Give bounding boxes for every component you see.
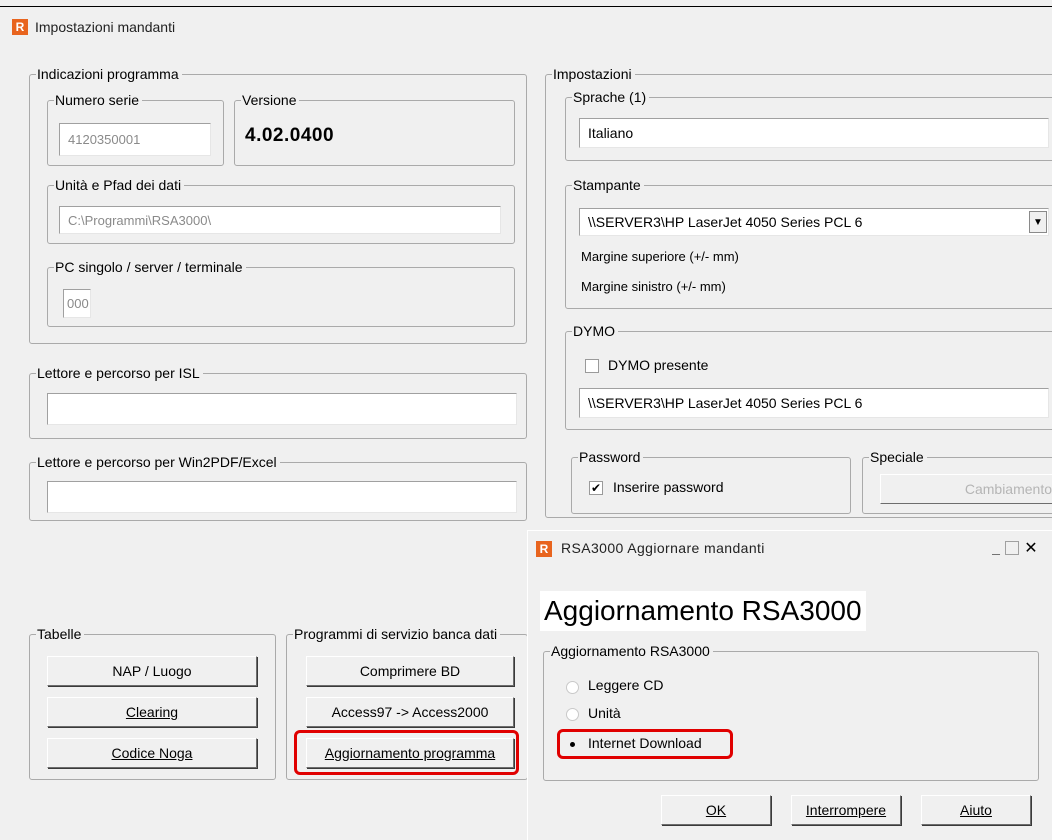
isl-label: Lettore e percorso per ISL [37,365,200,381]
window-title: Impostazioni mandanti [35,19,176,35]
password-label: Password [579,449,641,465]
special-label: Speciale [870,449,924,465]
app-logo-icon: R [12,19,28,35]
read-cd-label: Leggere CD [588,677,664,693]
clearing-button[interactable]: Clearing [47,697,257,727]
help-button[interactable]: Aiuto [921,795,1031,825]
data-path-field[interactable]: C:\Programmi\RSA3000\ [59,206,501,234]
pc-mode-label: PC singolo / server / terminale [55,259,243,275]
update-options-label: Aggiornamento RSA3000 [551,643,710,659]
cancel-button-label: Interrompere [805,802,887,818]
change-button[interactable]: Cambiamento [880,474,1052,504]
compress-db-button[interactable]: Comprimere BD [306,656,514,686]
dymo-checkbox[interactable] [585,359,599,373]
dialog-title: RSA3000 Aggiornare mandanti [561,540,765,556]
codice-noga-button-label: Codice Noga [111,745,193,761]
printer-label: Stampante [573,177,641,193]
read-cd-radio[interactable] [566,681,579,694]
password-checkbox[interactable]: ✔ [589,481,603,495]
access-convert-button-label: Access97 -> Access2000 [331,704,489,720]
db-services-label: Programmi di servizio banca dati [294,626,498,642]
dialog-heading: Aggiornamento RSA3000 [540,591,866,631]
update-dialog: R RSA3000 Aggiornare mandanti _ ✕ Aggior… [527,530,1052,840]
dymo-printer-field[interactable]: \\SERVER3\HP LaserJet 4050 Series PCL 6 [579,388,1049,418]
access-convert-button[interactable]: Access97 -> Access2000 [306,697,514,727]
help-button-label: Aiuto [960,802,992,818]
margin-top-label: Margine superiore (+/- mm) [581,249,739,264]
dymo-label: DYMO [573,323,615,339]
pc-mode-group: PC singolo / server / terminale [47,259,515,327]
settings-label: Impostazioni [553,66,632,82]
language-label: Sprache (1) [573,89,647,105]
update-button-highlight [294,730,519,775]
version-label: Versione [242,92,297,108]
password-checkbox-label: Inserire password [613,479,724,495]
pc-mode-field[interactable]: 000 [63,289,91,318]
nap-luogo-button-label: NAP / Luogo [112,663,192,679]
maximize-icon[interactable] [1005,541,1019,555]
program-info-legend: Indicazioni programma [37,66,179,82]
win2pdf-label: Lettore e percorso per Win2PDF/Excel [37,454,277,470]
ok-button-label: OK [705,802,727,818]
close-icon[interactable]: ✕ [1022,539,1040,557]
codice-noga-button[interactable]: Codice Noga [47,738,257,768]
data-path-label: Unità e Pfad dei dati [55,177,182,193]
nap-luogo-button[interactable]: NAP / Luogo [47,656,257,686]
minimize-icon[interactable]: _ [988,540,1004,556]
ok-button[interactable]: OK [661,795,771,825]
clearing-button-label: Clearing [125,704,179,720]
language-field[interactable]: Italiano [579,118,1049,148]
serial-field[interactable]: 4120350001 [59,123,211,156]
version-value: 4.02.0400 [245,125,335,146]
dialog-logo-icon: R [536,541,552,557]
top-border-line [0,6,1052,7]
drive-label: Unità [588,705,621,721]
change-button-label: Cambiamento [964,481,1052,497]
dymo-checkbox-label: DYMO presente [608,357,709,373]
drive-radio[interactable] [566,708,579,721]
isl-path-input[interactable] [47,393,517,425]
cancel-button[interactable]: Interrompere [791,795,901,825]
win2pdf-path-input[interactable] [47,481,517,513]
margin-left-label: Margine sinistro (+/- mm) [581,279,726,294]
serial-label: Numero serie [55,92,140,108]
compress-db-button-label: Comprimere BD [359,663,461,679]
internet-download-highlight [557,729,733,759]
chevron-down-icon[interactable]: ▼ [1029,211,1047,233]
printer-select[interactable]: \\SERVER3\HP LaserJet 4050 Series PCL 6 [579,208,1049,236]
tables-label: Tabelle [37,626,82,642]
